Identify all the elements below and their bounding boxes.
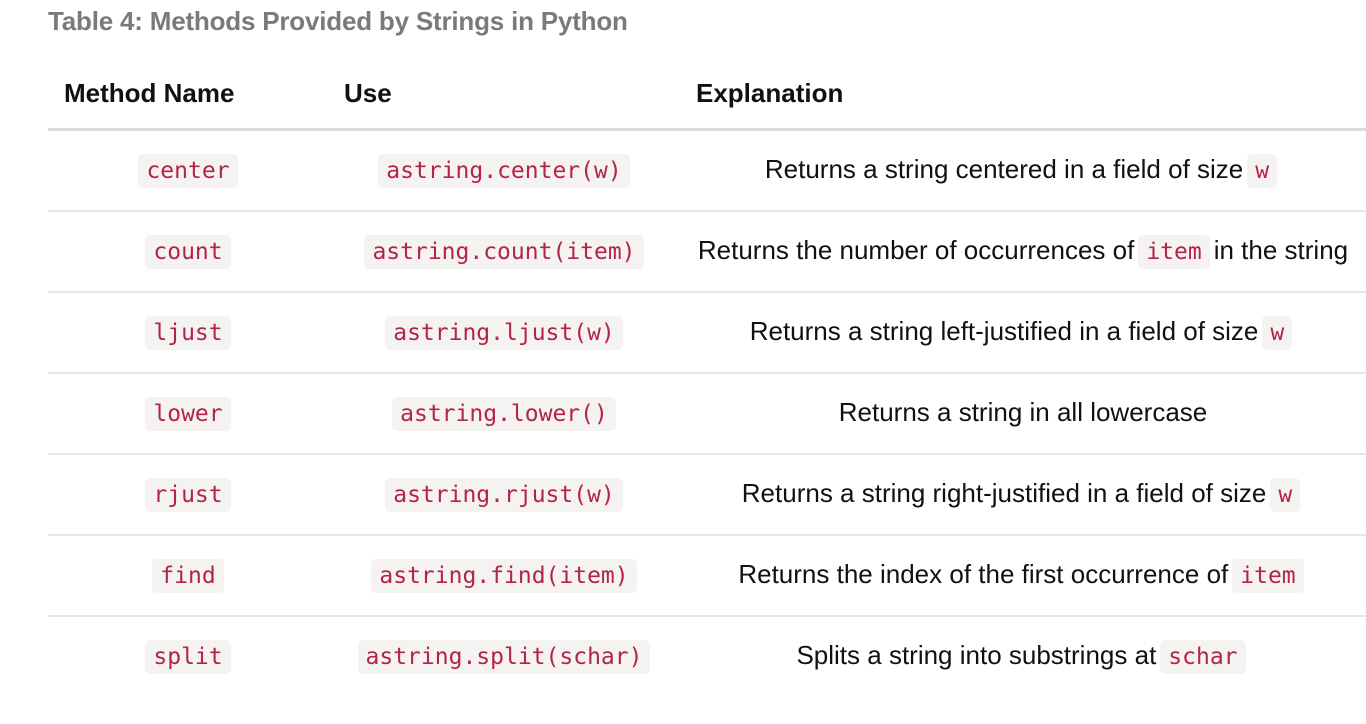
method-cell: ljust — [48, 292, 328, 374]
table-row: ljust astring.ljust(w) Returns a string … — [48, 292, 1366, 374]
use-cell: astring.find(item) — [328, 535, 680, 617]
table-row: lower astring.lower() Returns a string i… — [48, 373, 1366, 455]
explanation-text: Returns a string left-justified in a fie… — [749, 316, 1259, 346]
table-header: Method Name Use Explanation — [48, 58, 1366, 131]
table-row: rjust astring.rjust(w) Returns a string … — [48, 454, 1366, 536]
method-code: lower — [145, 397, 231, 431]
table-row: center astring.center(w) Returns a strin… — [48, 129, 1366, 212]
explanation-text: Returns the index of the first occurrenc… — [738, 559, 1229, 589]
use-code: astring.lower() — [392, 397, 616, 431]
use-code: astring.find(item) — [371, 559, 637, 593]
method-code: center — [138, 154, 238, 188]
explanation-text: Returns the number of occurrences of — [697, 235, 1135, 265]
method-code: find — [152, 559, 224, 593]
use-code: astring.center(w) — [378, 154, 630, 188]
explanation-cell: Returns a string centered in a field of … — [680, 129, 1366, 212]
explanation-code: schar — [1160, 640, 1246, 674]
method-code: split — [145, 640, 231, 674]
header-use: Use — [328, 58, 680, 131]
explanation-code: w — [1262, 316, 1293, 350]
table-row: split astring.split(schar) Splits a stri… — [48, 616, 1366, 696]
explanation-cell: Returns the index of the first occurrenc… — [680, 535, 1366, 617]
explanation-text: Returns a string in all lowercase — [838, 397, 1208, 427]
explanation-text: Splits a string into substrings at — [796, 640, 1157, 670]
explanation-cell: Splits a string into substrings at schar — [680, 616, 1366, 696]
method-code: count — [145, 235, 231, 269]
method-cell: center — [48, 129, 328, 212]
header-explanation: Explanation — [680, 58, 1366, 131]
table-row: find astring.find(item) Returns the inde… — [48, 535, 1366, 617]
explanation-cell: Returns a string in all lowercase — [680, 373, 1366, 455]
explanation-code: item — [1232, 559, 1304, 593]
use-code: astring.rjust(w) — [385, 478, 623, 512]
use-code: astring.count(item) — [364, 235, 644, 269]
use-code: astring.split(schar) — [357, 640, 651, 674]
use-cell: astring.count(item) — [328, 211, 680, 293]
method-code: ljust — [145, 316, 231, 350]
use-cell: astring.ljust(w) — [328, 292, 680, 374]
use-cell: astring.rjust(w) — [328, 454, 680, 536]
table-body: center astring.center(w) Returns a strin… — [48, 129, 1366, 697]
table-row: count astring.count(item) Returns the nu… — [48, 211, 1366, 293]
use-cell: astring.center(w) — [328, 129, 680, 212]
explanation-code: w — [1270, 478, 1301, 512]
explanation-code: w — [1247, 154, 1278, 188]
explanation-cell: Returns the number of occurrences of item… — [680, 211, 1366, 293]
explanation-code: item — [1138, 235, 1210, 269]
use-code: astring.ljust(w) — [385, 316, 623, 350]
explanation-tail: in the string — [1213, 235, 1349, 265]
header-row: Method Name Use Explanation — [48, 58, 1366, 131]
use-cell: astring.lower() — [328, 373, 680, 455]
method-cell: split — [48, 616, 328, 696]
explanation-cell: Returns a string left-justified in a fie… — [680, 292, 1366, 374]
method-cell: find — [48, 535, 328, 617]
explanation-text: Returns a string right-justified in a fi… — [741, 478, 1267, 508]
table-caption: Table 4: Methods Provided by Strings in … — [48, 6, 628, 36]
use-cell: astring.split(schar) — [328, 616, 680, 696]
explanation-cell: Returns a string right-justified in a fi… — [680, 454, 1366, 536]
methods-table: Method Name Use Explanation center astri… — [48, 58, 1366, 696]
method-cell: rjust — [48, 454, 328, 536]
explanation-text: Returns a string centered in a field of … — [764, 154, 1244, 184]
header-method-name: Method Name — [48, 58, 328, 131]
method-code: rjust — [145, 478, 231, 512]
method-cell: lower — [48, 373, 328, 455]
method-cell: count — [48, 211, 328, 293]
